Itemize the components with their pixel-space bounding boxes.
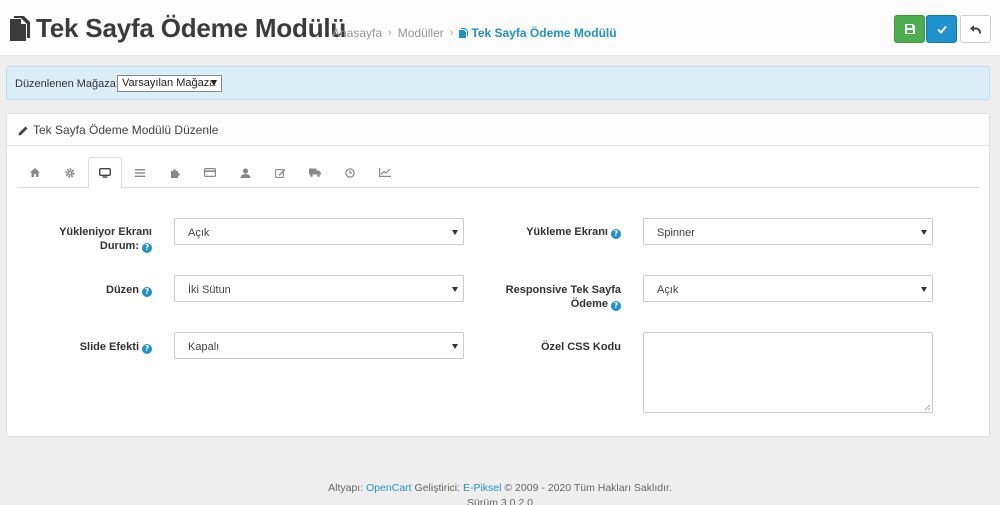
custom-css-label-text: Özel CSS Kodu	[540, 341, 621, 353]
tab-list[interactable]	[123, 157, 157, 188]
resize-grip-icon[interactable]	[924, 404, 931, 411]
panel-title: Tek Sayfa Ödeme Modülü Düzenle	[18, 123, 218, 137]
layout-select[interactable]: İki Sütun	[174, 275, 464, 302]
dropdown-arrow-icon	[452, 287, 458, 292]
breadcrumb-separator: ›	[388, 27, 392, 39]
save-button[interactable]	[894, 15, 925, 43]
tab-edit[interactable]	[263, 157, 297, 188]
tab-home[interactable]	[18, 157, 52, 188]
breadcrumb-current-label: Tek Sayfa Ödeme Modülü	[471, 26, 617, 40]
pencil-icon	[18, 126, 28, 135]
user-icon	[240, 167, 250, 178]
help-icon[interactable]: ?	[142, 344, 152, 354]
tab-extensions[interactable]	[158, 157, 192, 188]
responsive-label: Responsive Tek Sayfa Ödeme?	[480, 283, 621, 311]
tab-settings[interactable]	[53, 157, 87, 188]
layout-value: İki Sütun	[188, 284, 231, 296]
loading-screen-label-text: Yükleme Ekranı	[526, 226, 608, 238]
edit-icon	[274, 168, 285, 178]
clock-icon	[345, 167, 355, 178]
dropdown-arrow-icon	[921, 287, 927, 292]
dropdown-arrow-icon	[921, 230, 927, 235]
store-select[interactable]: Varsayılan Mağaza	[117, 75, 222, 92]
custom-css-textarea[interactable]	[643, 332, 933, 413]
responsive-select[interactable]: Açık	[643, 275, 933, 302]
tab-payment[interactable]	[193, 157, 227, 188]
dropdown-arrow-icon	[452, 230, 458, 235]
slide-effect-label: Slide Efekti?	[40, 340, 152, 354]
store-select-value: Varsayılan Mağaza	[122, 77, 216, 89]
check-icon	[936, 25, 947, 34]
breadcrumb-modules[interactable]: Modüller	[398, 26, 444, 40]
dropdown-arrow-icon	[211, 80, 217, 86]
loading-status-label: Yükleniyor Ekranı Durum:?	[40, 225, 152, 253]
tab-customer[interactable]	[228, 157, 262, 188]
loading-screen-label: Yükleme Ekranı?	[480, 225, 621, 239]
store-label: Düzenlenen Mağaza:	[15, 78, 119, 90]
footer-credits: Altyapı: OpenCart Geliştirici: E-Piksel …	[0, 481, 1000, 496]
tab-shipping[interactable]	[298, 157, 332, 188]
puzzle-icon	[171, 168, 180, 178]
custom-css-label: Özel CSS Kodu	[480, 340, 621, 354]
chart-icon	[379, 168, 391, 177]
truck-icon	[309, 168, 321, 177]
panel-heading: Tek Sayfa Ödeme Modülü Düzenle	[7, 114, 989, 146]
footer-copyright: © 2009 - 2020 Tüm Hakları Saklıdır.	[504, 482, 672, 494]
tab-time[interactable]	[333, 157, 367, 188]
back-button[interactable]	[960, 15, 991, 43]
help-icon[interactable]: ?	[142, 287, 152, 297]
page-title-wrap: Tek Sayfa Ödeme Modülü	[8, 13, 346, 44]
footer-prefix: Altyapı:	[328, 482, 364, 494]
help-icon[interactable]: ?	[611, 229, 621, 239]
footer-dev-label: Geliştirici:	[414, 482, 461, 494]
loading-status-value: Açık	[188, 227, 210, 239]
footer-version: Sürüm 3.0.2.0	[467, 497, 533, 505]
apply-button[interactable]	[926, 15, 957, 43]
list-icon	[135, 168, 145, 177]
home-icon	[30, 168, 40, 177]
gear-icon	[65, 167, 75, 178]
store-selector-bar: Düzenlenen Mağaza: Varsayılan Mağaza	[6, 66, 990, 100]
responsive-value: Açık	[657, 284, 679, 296]
responsive-label-line1: Responsive Tek Sayfa	[505, 284, 621, 296]
monitor-icon	[99, 168, 111, 178]
opencart-link[interactable]: OpenCart	[366, 482, 412, 494]
breadcrumb-separator: ›	[449, 27, 454, 39]
page-header: Tek Sayfa Ödeme Modülü Anasayfa › Modüll…	[0, 0, 1000, 56]
save-icon	[904, 24, 915, 34]
settings-tabs	[18, 157, 980, 189]
help-icon[interactable]: ?	[142, 243, 152, 253]
breadcrumb-current[interactable]: Tek Sayfa Ödeme Modülü	[459, 26, 617, 40]
breadcrumb: Anasayfa › Modüller › Tek Sayfa Ödeme Mo…	[332, 26, 617, 40]
loading-screen-value: Spinner	[657, 227, 695, 239]
page-footer: Altyapı: OpenCart Geliştirici: E-Piksel …	[0, 481, 1000, 505]
slide-effect-value: Kapalı	[188, 341, 220, 353]
loading-screen-select[interactable]: Spinner	[643, 218, 933, 245]
breadcrumb-home[interactable]: Anasayfa	[332, 26, 382, 40]
layout-label: Düzen?	[40, 283, 152, 297]
back-arrow-icon	[970, 24, 981, 33]
credit-card-icon	[204, 168, 216, 177]
page-title: Tek Sayfa Ödeme Modülü	[36, 13, 347, 43]
responsive-label-line2: Ödeme	[570, 298, 608, 310]
loading-status-select[interactable]: Açık	[174, 218, 464, 245]
dropdown-arrow-icon	[452, 344, 458, 349]
developer-link[interactable]: E-Piksel	[463, 482, 502, 494]
copy-icon	[459, 28, 469, 38]
loading-status-label-line1: Yükleniyor Ekranı	[59, 226, 152, 238]
copy-icon	[8, 15, 32, 43]
slide-effect-label-text: Slide Efekti	[79, 341, 139, 353]
help-icon[interactable]: ?	[611, 301, 621, 311]
layout-label-text: Düzen	[106, 284, 139, 296]
loading-status-label-line2: Durum:	[99, 240, 139, 252]
tab-display[interactable]	[88, 157, 122, 189]
tab-analytics[interactable]	[368, 157, 402, 188]
slide-effect-select[interactable]: Kapalı	[174, 332, 464, 359]
panel-title-text: Tek Sayfa Ödeme Modülü Düzenle	[33, 123, 219, 137]
